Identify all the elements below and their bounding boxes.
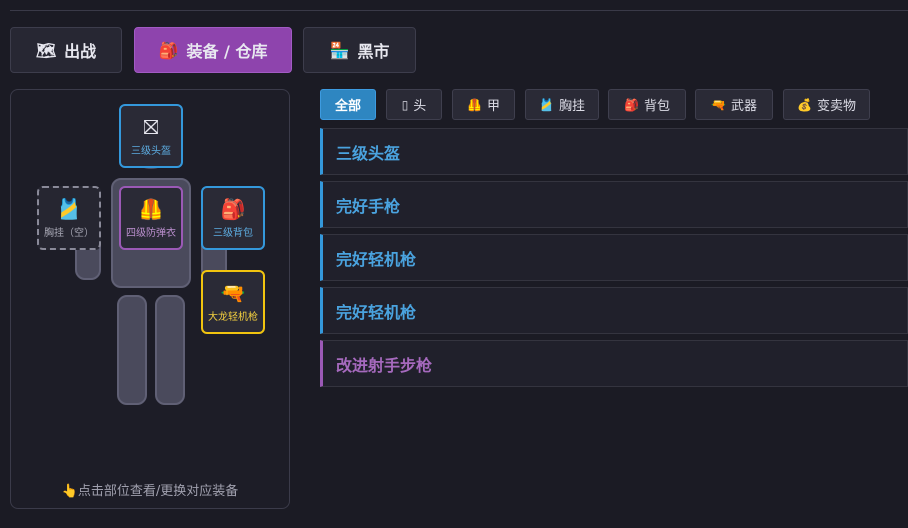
list-item[interactable]: 三级头盔 [320,128,908,175]
list-item[interactable]: 完好轻机枪 [320,287,908,334]
top-divider [10,10,908,11]
slot-label: 三级背包 [213,227,253,239]
tab-black-market[interactable]: 🏪 黑市 [303,27,416,73]
helmet-icon: ▯ [401,97,409,112]
filter-chest-rig[interactable]: 🎽 胸挂 [525,89,599,120]
tab-deploy[interactable]: 🗺 出战 [10,27,122,73]
item-name: 完好轻机枪 [336,249,417,269]
gun-icon: 🔫 [220,280,246,305]
item-name: 改进射手步枪 [336,355,433,375]
backpack-icon: 🎒 [220,196,246,221]
filter-label: 武器 [730,99,757,114]
filter-backpack[interactable]: 🎒 背包 [608,89,686,120]
slot-backpack[interactable]: 🎒 三级背包 [201,186,265,250]
doll-right-leg [155,295,185,405]
helmet-icon: ⛝ [143,114,159,139]
doll-left-leg [117,295,147,405]
filter-armor[interactable]: 🦺 甲 [452,89,515,120]
tab-label: 装备 / 仓库 [186,42,268,61]
armor-vest-icon: 🦺 [467,97,482,112]
slot-weapon[interactable]: 🔫 大龙轻机枪 [201,270,265,334]
backpack-icon: 🎒 [158,40,179,60]
filter-label: 全部 [334,99,361,114]
filter-label: 甲 [486,99,500,114]
slot-armor[interactable]: 🦺 四级防弹衣 [119,186,183,250]
filter-sellables[interactable]: 💰 变卖物 [783,89,870,120]
filter-label: 头 [413,99,427,114]
pointing-hand-icon: 👆 [61,484,78,499]
list-item[interactable]: 完好轻机枪 [320,234,908,281]
list-item[interactable]: 改进射手步枪 [320,340,908,387]
tab-equipment[interactable]: 🎒 装备 / 仓库 [134,27,292,73]
slot-helmet[interactable]: ⛝ 三级头盔 [119,104,183,168]
map-icon: 🗺 [35,40,57,60]
shop-icon: 🏪 [329,40,350,60]
tab-label: 黑市 [357,42,390,61]
armor-vest-icon: 🦺 [138,196,164,221]
backpack-icon: 🎒 [624,97,639,112]
slot-chest-rig[interactable]: 🎽 胸挂（空） [37,186,101,250]
slot-label: 胸挂（空） [44,227,94,239]
filter-label: 胸挂 [558,99,585,114]
item-name: 三级头盔 [336,143,401,163]
slot-label: 四级防弹衣 [126,227,176,239]
item-name: 完好手枪 [336,196,401,216]
filter-label: 变卖物 [816,99,856,114]
slot-label: 三级头盔 [131,145,171,157]
item-name: 完好轻机枪 [336,302,417,322]
gun-icon: 🔫 [711,97,726,112]
slot-label: 大龙轻机枪 [208,311,258,323]
chest-rig-icon: 🎽 [56,196,82,221]
money-bag-icon: 💰 [797,97,812,112]
filter-label: 背包 [643,99,670,114]
filter-head[interactable]: ▯ 头 [386,89,442,120]
chest-rig-icon: 🎽 [539,97,554,112]
tab-label: 出战 [64,42,97,61]
filter-weapon[interactable]: 🔫 武器 [695,89,773,120]
doll-hint: 👆点击部位查看/更换对应装备 [10,480,290,499]
hint-text: 点击部位查看/更换对应装备 [77,484,239,499]
filter-all[interactable]: 全部 [320,89,376,120]
list-item[interactable]: 完好手枪 [320,181,908,228]
